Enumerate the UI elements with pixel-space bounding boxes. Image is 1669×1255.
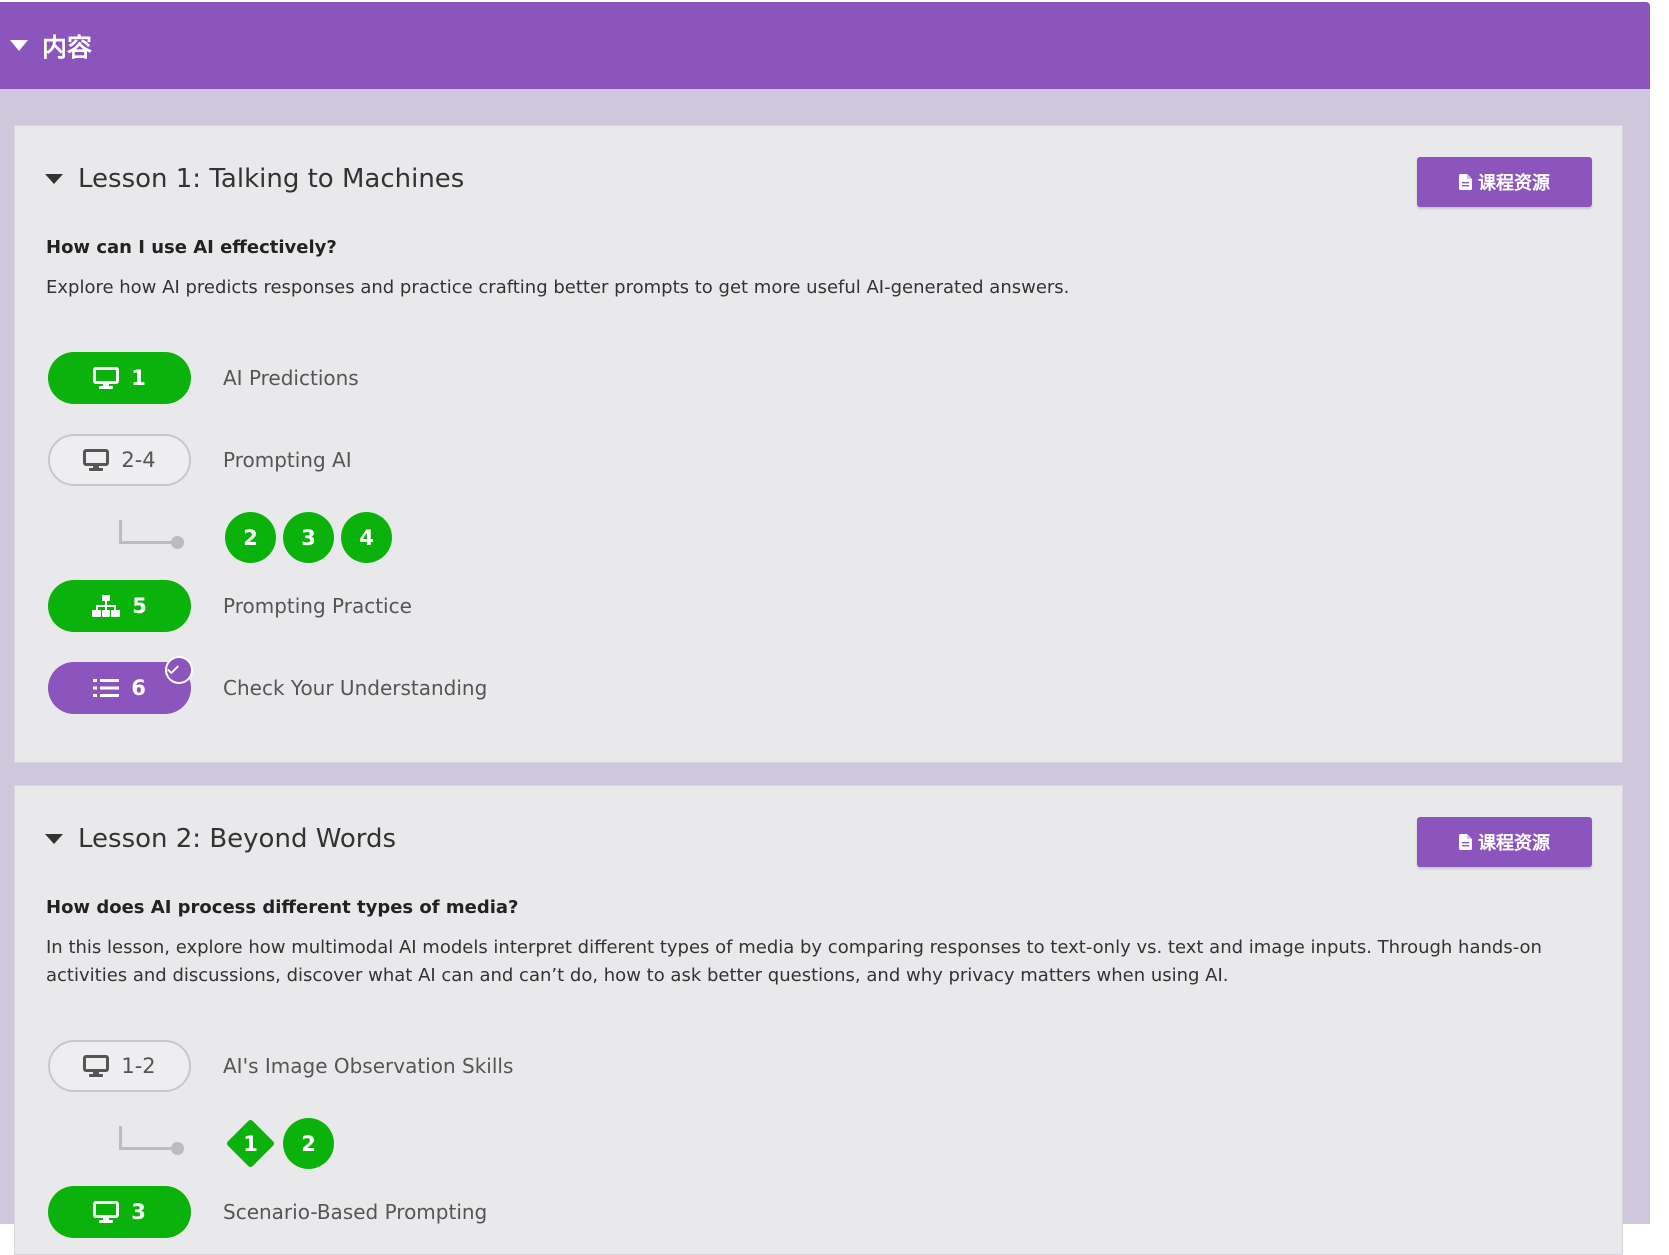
activity-row: 1-2 AI's Image Observation Skills	[48, 1040, 513, 1092]
activity-label[interactable]: Scenario-Based Prompting	[223, 1200, 487, 1224]
activity-row: 2-4 Prompting AI	[48, 434, 352, 486]
resources-label: 课程资源	[1478, 833, 1550, 854]
activity-row: 1 AI Predictions	[48, 352, 359, 404]
lesson-title-toggle[interactable]: Lesson 1: Talking to Machines	[45, 164, 464, 194]
activity-row: 5 Prompting Practice	[48, 580, 412, 632]
sublevel-connector	[119, 520, 184, 549]
collapse-triangle-icon[interactable]	[10, 40, 28, 51]
activity-badge-number: 1	[131, 366, 146, 390]
activity-label[interactable]: AI's Image Observation Skills	[223, 1054, 513, 1078]
lesson-question: How does AI process different types of m…	[46, 897, 519, 918]
activity-badge-number: 6	[131, 676, 146, 700]
activity-row: 6 Check Your Understanding	[48, 656, 487, 714]
activity-badge[interactable]: 5	[48, 580, 191, 632]
lesson-card-1: Lesson 1: Talking to Machines 课程资源 How c…	[14, 125, 1623, 763]
activity-label[interactable]: Prompting AI	[223, 448, 352, 472]
activity-badge-number: 5	[132, 594, 147, 618]
lesson-title-toggle[interactable]: Lesson 2: Beyond Words	[45, 824, 396, 854]
monitor-icon	[93, 367, 120, 389]
activity-badge-number: 1-2	[121, 1054, 156, 1078]
activity-badge[interactable]: 2-4	[48, 434, 191, 486]
activity-badge[interactable]: 6	[48, 656, 193, 714]
lesson-title: Lesson 1: Talking to Machines	[78, 164, 465, 194]
sublevel-bubble[interactable]: 3	[283, 512, 334, 563]
activity-badge[interactable]: 1-2	[48, 1040, 191, 1092]
activity-badge-number: 3	[131, 1200, 146, 1224]
document-icon	[1459, 174, 1472, 190]
activity-label[interactable]: Prompting Practice	[223, 594, 412, 618]
sublevel-connector	[119, 1126, 184, 1155]
activity-badge-number: 2-4	[121, 448, 156, 472]
resources-label: 课程资源	[1478, 173, 1550, 194]
sublevel-diamond[interactable]: 1	[225, 1118, 276, 1169]
activity-row: 3 Scenario-Based Prompting	[48, 1186, 487, 1238]
lesson-resources-button[interactable]: 课程资源	[1417, 157, 1592, 207]
monitor-icon	[83, 1055, 110, 1077]
sublevel-group: 1 2	[225, 1118, 341, 1169]
collapse-triangle-icon	[45, 174, 63, 184]
list-icon	[93, 679, 120, 697]
lesson-description: Explore how AI predicts responses and pr…	[46, 277, 1070, 298]
monitor-icon	[93, 1201, 120, 1223]
content-section-header[interactable]: 内容	[0, 2, 1650, 89]
sublevel-group: 2 3 4	[225, 512, 399, 563]
activity-label[interactable]: Check Your Understanding	[223, 676, 487, 700]
document-icon	[1459, 834, 1472, 850]
collapse-triangle-icon	[45, 834, 63, 844]
lesson-title: Lesson 2: Beyond Words	[78, 824, 397, 854]
lesson-resources-button[interactable]: 课程资源	[1417, 817, 1592, 867]
lesson-description: In this lesson, explore how multimodal A…	[46, 937, 1542, 986]
activity-badge[interactable]: 3	[48, 1186, 191, 1238]
lesson-card-2: Lesson 2: Beyond Words 课程资源 How does AI …	[14, 785, 1623, 1255]
sublevel-number: 1	[243, 1131, 258, 1156]
monitor-icon	[83, 449, 110, 471]
sublevel-bubble[interactable]: 4	[341, 512, 392, 563]
sitemap-icon	[92, 595, 121, 617]
lesson-question: How can I use AI effectively?	[46, 237, 337, 258]
section-title: 内容	[42, 32, 93, 62]
sublevel-bubble[interactable]: 2	[283, 1118, 334, 1169]
activity-label[interactable]: AI Predictions	[223, 366, 359, 390]
checkmark-icon	[165, 656, 193, 684]
activity-badge[interactable]: 1	[48, 352, 191, 404]
sublevel-bubble[interactable]: 2	[225, 512, 276, 563]
